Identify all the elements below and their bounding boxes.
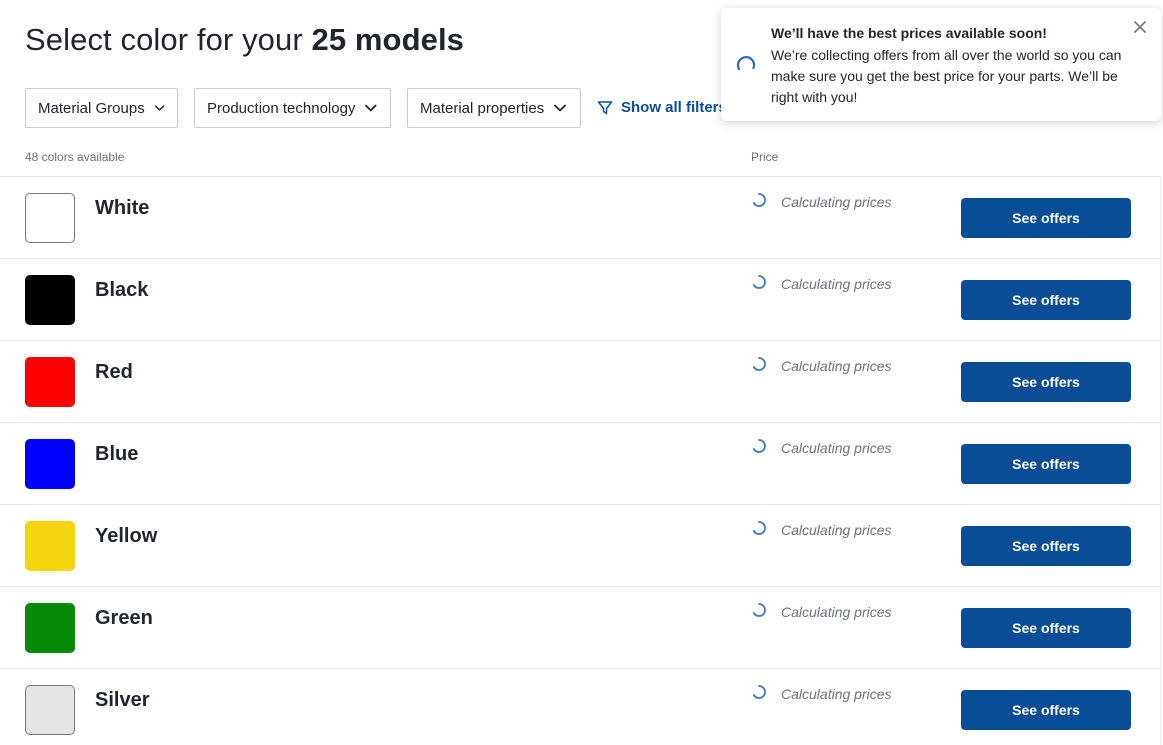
see-offers-button[interactable]: See offers bbox=[961, 280, 1131, 320]
color-name: Blue bbox=[95, 443, 139, 465]
show-all-filters-link[interactable]: Show all filters bbox=[597, 99, 727, 116]
page-title-prefix: Select color for your bbox=[25, 22, 303, 57]
see-offers-button[interactable]: See offers bbox=[961, 362, 1131, 402]
loading-spinner-icon bbox=[752, 193, 766, 207]
color-name: Red bbox=[95, 361, 133, 383]
loading-spinner-icon bbox=[752, 521, 766, 535]
color-name: Silver bbox=[95, 689, 150, 711]
price-status-text: Calculating prices bbox=[781, 522, 892, 538]
filter-production-technology-dropdown[interactable]: Production technology bbox=[194, 88, 391, 128]
color-row-green: Green Calculating prices See offers bbox=[0, 586, 1160, 668]
loading-spinner-icon bbox=[752, 357, 766, 371]
color-row-white: White Calculating prices See offers bbox=[0, 176, 1160, 258]
colors-count: 48 colors available bbox=[25, 150, 125, 164]
filter-label: Material properties bbox=[420, 99, 545, 117]
close-icon[interactable] bbox=[1133, 20, 1147, 34]
loading-spinner-icon bbox=[752, 603, 766, 617]
loading-prices-toast: We’ll have the best prices available soo… bbox=[721, 8, 1161, 121]
price-status: Calculating prices bbox=[751, 520, 892, 538]
color-swatch bbox=[25, 193, 75, 243]
price-status-text: Calculating prices bbox=[781, 276, 892, 292]
color-name: Yellow bbox=[95, 525, 158, 547]
filter-label: Production technology bbox=[207, 99, 356, 117]
color-swatch bbox=[25, 685, 75, 735]
see-offers-button[interactable]: See offers bbox=[961, 690, 1131, 730]
color-row-black: Black Calculating prices See offers bbox=[0, 258, 1160, 340]
see-offers-button[interactable]: See offers bbox=[961, 444, 1131, 484]
toast-message: We’re collecting offers from all over th… bbox=[771, 47, 1122, 105]
price-status-text: Calculating prices bbox=[781, 686, 892, 702]
color-name: Green bbox=[95, 607, 153, 629]
price-column-header: Price bbox=[751, 150, 779, 164]
color-row-silver: Silver Calculating prices See offers bbox=[0, 668, 1160, 745]
see-offers-button[interactable]: See offers bbox=[961, 526, 1131, 566]
price-status: Calculating prices bbox=[751, 356, 892, 374]
price-status: Calculating prices bbox=[751, 274, 892, 292]
filter-material-properties-dropdown[interactable]: Material properties bbox=[407, 88, 581, 128]
chevron-down-icon bbox=[154, 105, 165, 111]
color-list: White Calculating prices See offers Blac… bbox=[0, 176, 1161, 745]
price-status-text: Calculating prices bbox=[781, 358, 892, 374]
price-status: Calculating prices bbox=[751, 192, 892, 210]
loading-spinner-icon bbox=[752, 439, 766, 453]
loading-spinner-icon bbox=[736, 56, 756, 71]
page-title-models: 25 models bbox=[311, 22, 465, 57]
price-status-text: Calculating prices bbox=[781, 440, 892, 456]
see-offers-button[interactable]: See offers bbox=[961, 608, 1131, 648]
color-swatch bbox=[25, 603, 75, 653]
price-status: Calculating prices bbox=[751, 602, 892, 620]
loading-spinner-icon bbox=[752, 275, 766, 289]
price-status-text: Calculating prices bbox=[781, 194, 892, 210]
color-name: White bbox=[95, 197, 150, 219]
color-row-yellow: Yellow Calculating prices See offers bbox=[0, 504, 1160, 586]
color-swatch bbox=[25, 439, 75, 489]
page-title: Select color for your 25 models bbox=[25, 22, 464, 58]
price-status: Calculating prices bbox=[751, 684, 892, 702]
show-all-filters-label: Show all filters bbox=[621, 99, 727, 116]
see-offers-button[interactable]: See offers bbox=[961, 198, 1131, 238]
chevron-down-icon bbox=[365, 104, 377, 112]
price-status: Calculating prices bbox=[751, 438, 892, 456]
color-row-blue: Blue Calculating prices See offers bbox=[0, 422, 1160, 504]
color-swatch bbox=[25, 357, 75, 407]
toast-title: We’ll have the best prices available soo… bbox=[771, 25, 1047, 41]
price-status-text: Calculating prices bbox=[781, 604, 892, 620]
color-swatch bbox=[25, 275, 75, 325]
color-swatch bbox=[25, 521, 75, 571]
filter-funnel-icon bbox=[597, 100, 613, 114]
chevron-down-icon bbox=[554, 104, 567, 112]
color-row-red: Red Calculating prices See offers bbox=[0, 340, 1160, 422]
loading-spinner-icon bbox=[752, 685, 766, 699]
color-name: Black bbox=[95, 279, 149, 301]
filter-label: Material Groups bbox=[38, 99, 145, 117]
filter-material-groups-dropdown[interactable]: Material Groups bbox=[25, 88, 178, 128]
